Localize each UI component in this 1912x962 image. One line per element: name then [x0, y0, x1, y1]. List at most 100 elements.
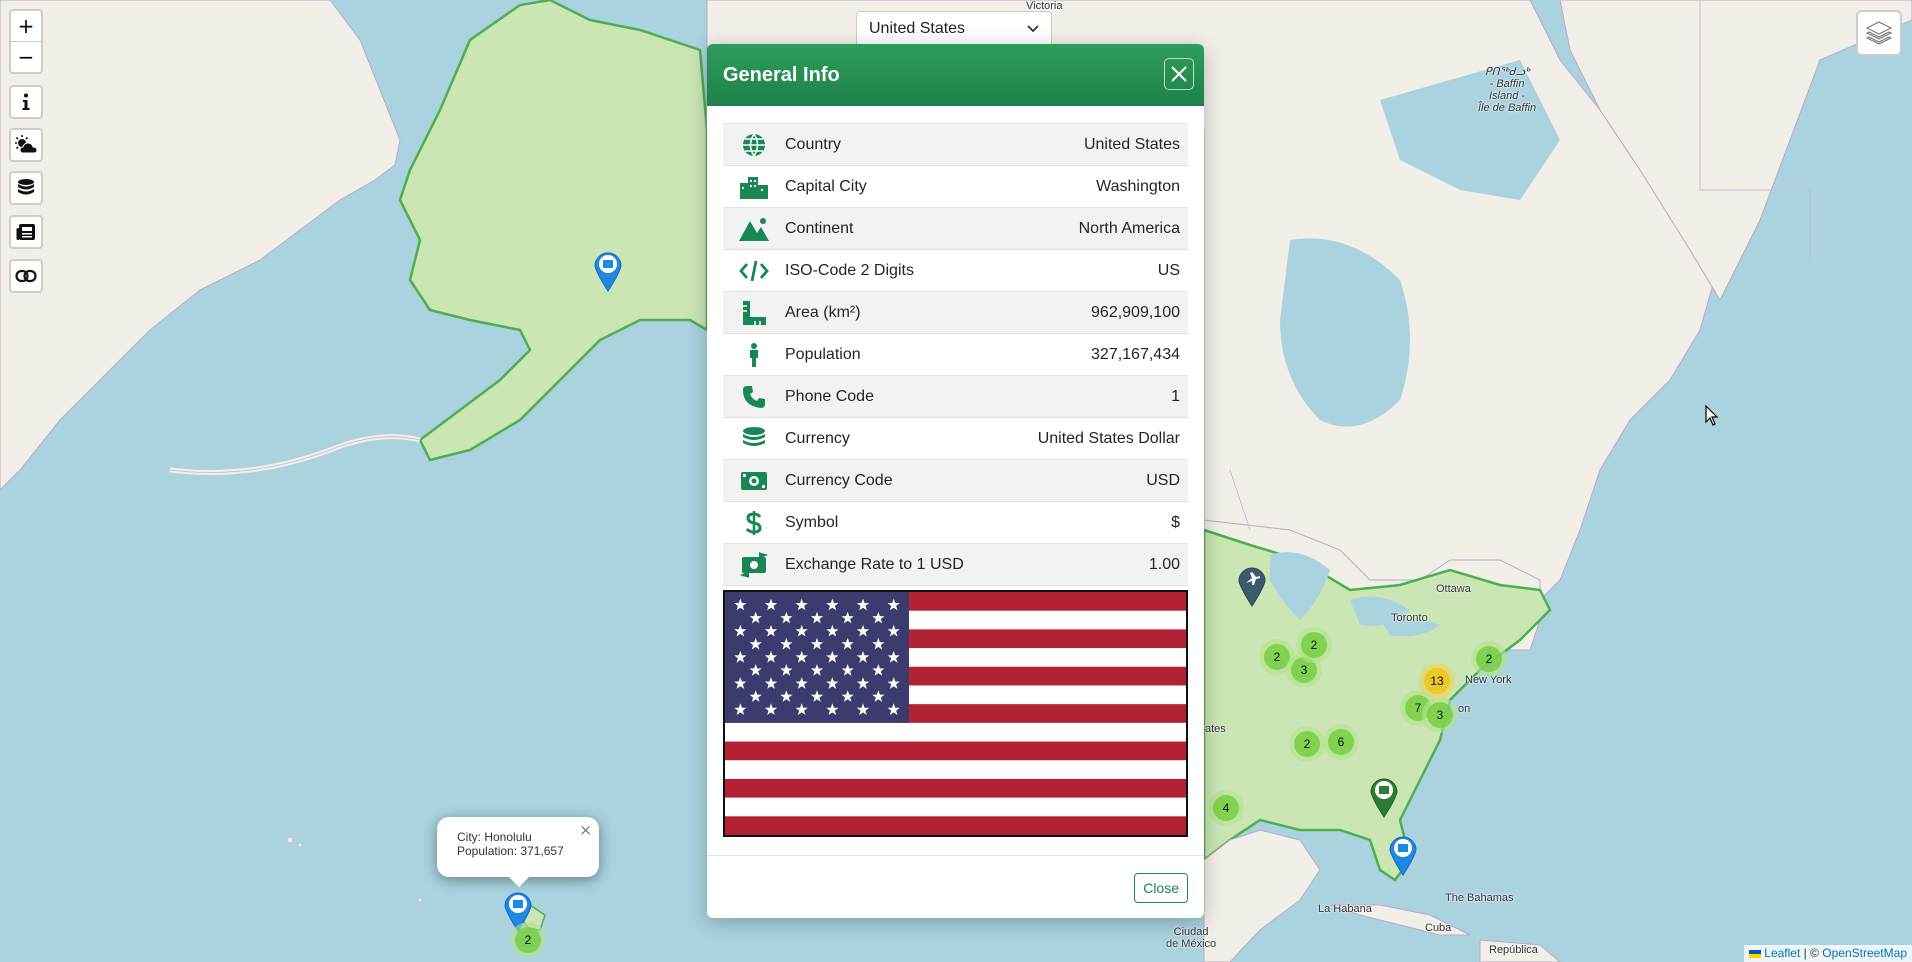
country-flag — [723, 590, 1188, 837]
map-label-washington-partial: on — [1458, 703, 1471, 715]
modal-footer: Close — [707, 855, 1204, 918]
map-label-bahamas: The Bahamas — [1445, 892, 1514, 904]
country-select[interactable]: United States — [856, 11, 1052, 47]
marker-cluster[interactable]: 2 — [510, 922, 546, 958]
info-icon — [22, 93, 30, 110]
info-row-symbol: Symbol $ — [723, 502, 1188, 544]
attribution-separator: | © — [1800, 946, 1823, 960]
airport-marker[interactable] — [1237, 565, 1267, 607]
close-icon — [1171, 66, 1187, 82]
info-value: Washington — [1096, 177, 1180, 195]
info-value: 1.00 — [1148, 555, 1180, 573]
layers-icon — [1866, 21, 1892, 45]
cluster-count: 6 — [1328, 729, 1354, 755]
info-value: 327,167,434 — [1091, 345, 1180, 363]
osm-link[interactable]: OpenStreetMap — [1822, 946, 1907, 960]
map-label-states-partial: ates — [1205, 723, 1226, 735]
info-value: United States — [1083, 135, 1180, 153]
cluster-count: 3 — [1427, 702, 1453, 728]
info-label: Capital City — [785, 177, 867, 195]
cluster-count: 2 — [515, 927, 541, 953]
info-row-country: Country United States — [723, 123, 1188, 166]
weather-button[interactable] — [9, 128, 43, 162]
cluster-count: 13 — [1424, 668, 1450, 694]
globe-icon — [743, 133, 765, 156]
mountain-icon — [739, 217, 769, 241]
cluster-count: 2 — [1301, 632, 1327, 658]
flag-stripe — [725, 797, 1186, 817]
map-label-toronto: Toronto — [1391, 612, 1428, 624]
flag-stripe — [725, 722, 1186, 743]
dollar-sign-icon — [746, 510, 762, 535]
chevron-down-icon — [1027, 25, 1039, 33]
coins-icon — [18, 179, 34, 195]
leaflet-link[interactable]: Leaflet — [1764, 946, 1800, 960]
popup-population: Population: 371,657 — [457, 844, 564, 858]
info-label: Currency — [785, 429, 850, 447]
general-info-modal: General Info Country United States Capit… — [707, 44, 1204, 918]
info-value: $ — [1171, 513, 1180, 531]
zoom-control: + − — [9, 9, 43, 74]
flag-stripe — [725, 778, 1186, 799]
info-row-population: Population 327,167,434 — [723, 334, 1188, 376]
cluster-count: 2 — [1294, 731, 1320, 757]
info-table: Country United States Capital City Washi… — [723, 123, 1188, 586]
info-value: 1 — [1171, 387, 1180, 405]
currency-button[interactable] — [9, 171, 43, 205]
info-label: Currency Code — [785, 471, 893, 489]
marker-cluster[interactable]: 6 — [1323, 724, 1359, 760]
map-label-baffin: ᑭᑎᖅᑯᓗᒃ - Baffin Island - Île de Baffin — [1478, 66, 1537, 114]
info-row-iso: ISO-Code 2 Digits US — [723, 250, 1188, 292]
info-button[interactable] — [9, 85, 43, 119]
map-label-ottawa: Ottawa — [1436, 583, 1471, 595]
popup-tip — [509, 877, 529, 887]
map-label-mexico: Ciudad de México — [1166, 926, 1217, 950]
news-button[interactable] — [9, 215, 43, 249]
info-row-exchange-rate: Exchange Rate to 1 USD 1.00 — [723, 544, 1188, 586]
marker-cluster[interactable]: 2 — [1296, 627, 1332, 663]
info-label: ISO-Code 2 Digits — [785, 261, 914, 279]
info-row-currency: Currency United States Dollar — [723, 418, 1188, 460]
map-label-cuba: Cuba — [1425, 922, 1452, 934]
phone-icon — [743, 385, 765, 408]
flag-canton — [725, 592, 909, 723]
info-row-continent: Continent North America — [723, 208, 1188, 250]
marker-cluster[interactable]: 2 — [1471, 641, 1507, 677]
zoom-in-button[interactable]: + — [11, 11, 41, 42]
link-button[interactable] — [9, 259, 43, 293]
info-value: 962,909,100 — [1091, 303, 1180, 321]
coins-icon — [743, 426, 765, 446]
city-marker-alaska[interactable] — [593, 250, 623, 292]
marker-cluster[interactable]: 2 — [1289, 726, 1325, 762]
cluster-count: 4 — [1213, 795, 1239, 821]
money-bill-icon — [741, 471, 767, 490]
info-row-area: Area (km²) 962,909,100 — [723, 292, 1188, 334]
city-marker-florida[interactable] — [1388, 834, 1418, 876]
city-popup: City: Honolulu Population: 371,657 × — [437, 817, 599, 887]
map-label-republica: República — [1489, 944, 1538, 956]
marker-cluster[interactable]: 4 — [1208, 790, 1244, 826]
flag-stripe — [725, 741, 1186, 761]
info-value: North America — [1078, 219, 1180, 237]
close-button[interactable]: Close — [1134, 873, 1188, 903]
zoom-out-button[interactable]: − — [11, 42, 41, 72]
modal-close-x-button[interactable] — [1164, 58, 1194, 90]
marker-cluster[interactable]: 3 — [1422, 697, 1458, 733]
modal-title: General Info — [723, 63, 840, 86]
info-value: USD — [1146, 471, 1180, 489]
info-value: United States Dollar — [1037, 429, 1180, 447]
ukraine-flag-icon — [1748, 949, 1761, 958]
info-row-capital: Capital City Washington — [723, 166, 1188, 208]
popup-close-button[interactable]: × — [579, 821, 592, 839]
flag-stripe — [725, 816, 1186, 835]
popup-city: City: Honolulu — [457, 830, 532, 844]
us-flag-image — [725, 592, 1186, 835]
flag-stripe — [725, 760, 1186, 780]
info-label: Phone Code — [785, 387, 874, 405]
map-attribution: Leaflet | © OpenStreetMap — [1743, 945, 1912, 962]
info-value: US — [1157, 261, 1180, 279]
layers-button[interactable] — [1856, 10, 1902, 56]
country-select-value: United States — [869, 20, 966, 37]
city-marker-green[interactable] — [1369, 776, 1399, 818]
info-row-phone: Phone Code 1 — [723, 376, 1188, 418]
